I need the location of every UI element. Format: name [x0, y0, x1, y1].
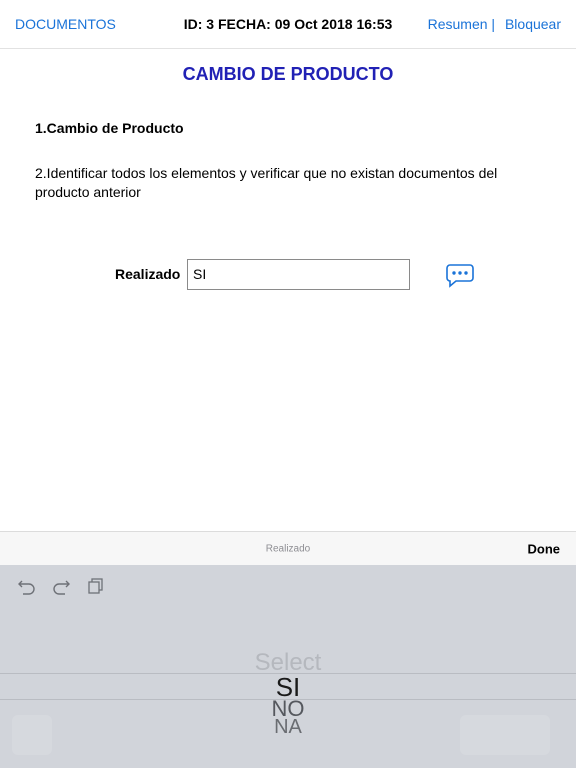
undo-icon[interactable]: [17, 577, 37, 595]
keyboard-ghost-key: [12, 715, 52, 755]
documentos-link[interactable]: DOCUMENTOS: [15, 16, 116, 32]
page-title: CAMBIO DE PRODUCTO: [182, 64, 394, 84]
keyboard-ghost-key: [460, 715, 550, 755]
chat-bubble-dots-icon[interactable]: [445, 263, 475, 289]
done-button[interactable]: Done: [528, 542, 561, 557]
paste-icon[interactable]: [87, 577, 105, 595]
accessory-title: Realizado: [265, 543, 311, 555]
picker-accessory-bar: Realizado Done: [0, 531, 576, 566]
nav-right-links: Resumen | Bloquear: [428, 16, 561, 32]
step-1-text: 1.Cambio de Producto: [35, 120, 184, 136]
navigation-bar: DOCUMENTOS ID: 3 FECHA: 09 Oct 2018 16:5…: [0, 0, 576, 49]
realizado-label: Realizado: [115, 266, 181, 282]
resumen-link[interactable]: Resumen |: [428, 16, 495, 32]
redo-icon[interactable]: [51, 577, 71, 595]
bloquear-link[interactable]: Bloquear: [505, 16, 561, 32]
document-id-date: ID: 3 FECHA: 09 Oct 2018 16:53: [183, 16, 393, 32]
step-2-text: 2.Identificar todos los elementos y veri…: [35, 165, 498, 200]
keyboard-picker-area: Select SI NO NA: [0, 565, 576, 768]
realizado-field[interactable]: SI: [187, 259, 410, 290]
picker-option-na[interactable]: NA: [274, 716, 302, 739]
